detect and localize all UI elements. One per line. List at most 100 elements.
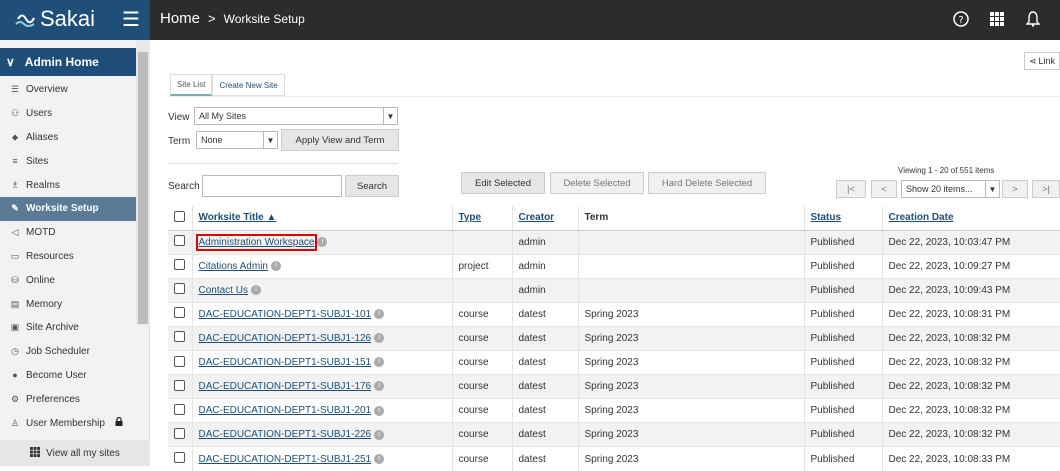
bell-icon[interactable] — [1024, 8, 1042, 30]
sidebar-item-users[interactable]: ⚇ Users — [0, 102, 136, 126]
header-created-label: Creation Date — [888, 212, 954, 224]
sidebar-item-resources[interactable]: ▭ Resources — [0, 245, 136, 269]
info-icon[interactable]: i — [270, 261, 281, 271]
info-icon[interactable]: i — [317, 236, 328, 247]
help-icon[interactable]: ? — [952, 8, 970, 30]
sidebar-item-label: Realms — [26, 179, 60, 191]
page-prev-button[interactable]: < — [871, 180, 897, 198]
header-creator[interactable]: Creator — [511, 206, 578, 231]
sidebar-item-label: User Membership — [26, 417, 105, 429]
sidebar-item-motd[interactable]: ◁ MOTD — [0, 221, 136, 245]
row-select-cell — [168, 349, 192, 375]
row-checkbox[interactable] — [174, 427, 185, 439]
delete-selected-button[interactable]: Delete Selected — [550, 172, 644, 194]
sakai-logo[interactable]: Sakai — [14, 6, 95, 32]
info-icon[interactable]: i — [374, 454, 385, 464]
sidebar-item-become-user[interactable]: ● Become User — [0, 364, 136, 388]
apply-view-term-button[interactable]: Apply View and Term — [281, 129, 399, 151]
sidebar-item-online[interactable]: ⛁ Online — [0, 268, 136, 292]
creation-date-cell: Dec 22, 2023, 10:08:33 PM — [881, 446, 1060, 471]
site-title-link[interactable]: DAC-EDUCATION-DEPT1-SUBJ1-176 — [199, 381, 372, 392]
type-cell: course — [451, 422, 512, 447]
sidebar-scrollbar[interactable] — [136, 40, 150, 325]
sidebar-item-job-scheduler[interactable]: ◷ Job Scheduler — [0, 340, 136, 364]
tab-site-list[interactable]: Site List — [170, 74, 213, 96]
link-button[interactable]: ⋖ Link — [1024, 52, 1060, 70]
creator-cell: datest — [511, 374, 578, 399]
site-title-link[interactable]: Administration Workspace — [195, 233, 318, 251]
breadcrumb-home[interactable]: Home — [160, 10, 200, 27]
row-checkbox[interactable] — [174, 307, 185, 319]
site-title-link[interactable]: DAC-EDUCATION-DEPT1-SUBJ1-201 — [199, 405, 372, 416]
sidebar-item-overview[interactable]: ☰ Overview — [0, 78, 136, 102]
sitemap-icon: ♗ — [10, 179, 20, 190]
search-input[interactable] — [202, 175, 342, 197]
page-first-button[interactable]: |< — [836, 180, 866, 198]
info-icon[interactable]: i — [374, 429, 385, 440]
site-title-link[interactable]: DAC-EDUCATION-DEPT1-SUBJ1-251 — [199, 454, 372, 465]
sidebar-item-aliases[interactable]: ⬥ Aliases — [0, 126, 136, 150]
info-icon[interactable]: i — [374, 381, 385, 392]
list-icon: ☰ — [10, 84, 20, 95]
edit-selected-button[interactable]: Edit Selected — [461, 172, 545, 194]
row-checkbox[interactable] — [174, 283, 185, 295]
sidebar-item-worksite-setup[interactable]: ✎ Worksite Setup — [0, 196, 136, 221]
header-status-label: Status — [810, 212, 842, 224]
sidebar-item-sites[interactable]: ≡ Sites — [0, 149, 136, 173]
type-cell — [451, 277, 512, 303]
tab-create-new-site[interactable]: Create New Site — [212, 74, 285, 96]
sidebar-header-admin-home[interactable]: ∨ Admin Home — [0, 48, 136, 76]
row-checkbox[interactable] — [174, 379, 185, 391]
hamburger-menu-icon[interactable]: ☰ — [122, 9, 140, 31]
header-status[interactable]: Status — [803, 206, 882, 231]
header-creation-date[interactable]: Creation Date — [881, 206, 1060, 231]
row-select-cell — [168, 253, 192, 279]
sidebar-header-label: Admin Home — [24, 55, 99, 69]
row-checkbox[interactable] — [174, 331, 185, 343]
page-next-button[interactable]: > — [1002, 180, 1028, 198]
page-size-select[interactable]: Show 20 items... ▼ — [901, 180, 1000, 198]
site-title-link[interactable]: DAC-EDUCATION-DEPT1-SUBJ1-101 — [199, 309, 372, 320]
sidebar-item-site-archive[interactable]: ▣ Site Archive — [0, 316, 136, 340]
hard-delete-selected-button[interactable]: Hard Delete Selected — [648, 172, 766, 194]
header-worksite-title[interactable]: Worksite Title ▲ — [191, 206, 452, 231]
search-button[interactable]: Search — [345, 175, 399, 197]
term-select[interactable]: None ▼ — [196, 131, 278, 149]
view-select[interactable]: All My Sites ▼ — [194, 107, 398, 125]
site-title-link[interactable]: DAC-EDUCATION-DEPT1-SUBJ1-126 — [199, 333, 372, 344]
sidebar-scrollbar-thumb[interactable] — [138, 52, 148, 324]
site-title-link[interactable]: Contact Us — [199, 285, 248, 296]
site-title-link[interactable]: DAC-EDUCATION-DEPT1-SUBJ1-226 — [199, 429, 372, 440]
page-last-button[interactable]: >| — [1032, 180, 1060, 198]
sidebar-item-user-membership[interactable]: ♙ User Membership — [0, 411, 136, 435]
sakai-wave-icon — [15, 14, 35, 27]
info-icon[interactable]: i — [374, 333, 385, 344]
row-checkbox[interactable] — [174, 355, 185, 367]
sidebar-item-realms[interactable]: ♗ Realms — [0, 173, 136, 197]
sidebar-item-preferences[interactable]: ⚙ Preferences — [0, 387, 136, 411]
caret-down-icon: ▼ — [985, 181, 999, 197]
info-icon[interactable]: i — [374, 405, 385, 416]
info-icon[interactable]: i — [250, 285, 261, 296]
row-checkbox[interactable] — [174, 235, 185, 247]
row-checkbox[interactable] — [174, 452, 185, 464]
type-cell: course — [451, 374, 512, 399]
site-title-link[interactable]: Citations Admin — [199, 261, 268, 272]
apps-grid-icon[interactable] — [988, 8, 1006, 30]
creation-date-cell: Dec 22, 2023, 10:08:32 PM — [881, 349, 1060, 375]
info-icon[interactable]: i — [374, 357, 385, 368]
select-all-checkbox[interactable] — [174, 210, 185, 222]
info-icon[interactable]: i — [374, 309, 385, 320]
header-type[interactable]: Type — [451, 206, 512, 231]
row-select-cell — [168, 446, 192, 471]
sidebar-item-memory[interactable]: ▤ Memory — [0, 292, 136, 316]
view-all-sites-button[interactable]: View all my sites — [0, 440, 150, 466]
row-checkbox[interactable] — [174, 259, 185, 271]
apps-grid-icon — [30, 446, 41, 460]
type-cell: course — [451, 446, 512, 471]
sidebar-item-label: Users — [26, 108, 53, 120]
site-title-link[interactable]: DAC-EDUCATION-DEPT1-SUBJ1-151 — [199, 357, 372, 368]
type-cell: course — [451, 349, 512, 375]
term-cell: Spring 2023 — [577, 349, 804, 375]
row-checkbox[interactable] — [174, 403, 185, 415]
